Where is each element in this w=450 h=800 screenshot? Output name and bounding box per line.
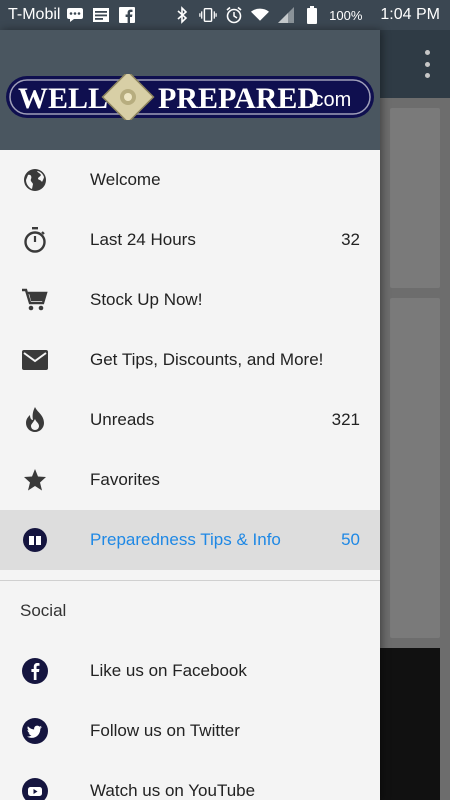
menu-item-label: Stock Up Now!: [90, 290, 203, 309]
book-icon: [22, 527, 48, 553]
cart-icon: [22, 287, 48, 313]
menu-item-count: 321: [331, 410, 360, 429]
menu-item-label: Favorites: [90, 470, 160, 489]
menu-item-count: 32: [341, 230, 360, 249]
social-section-header: Social: [20, 601, 67, 620]
star-icon: [22, 467, 48, 493]
overflow-menu-icon[interactable]: [424, 50, 430, 78]
menu-item-label: Watch us on YouTube: [90, 781, 256, 800]
chat-notification-icon: [66, 6, 84, 24]
menu-item-stock-up-now[interactable]: Stock Up Now!: [0, 270, 380, 330]
twitter-icon: [22, 718, 48, 744]
menu-item-favorites[interactable]: Favorites: [0, 450, 380, 510]
carrier-name: T-Mobil: [8, 6, 61, 23]
vibrate-icon: [199, 6, 217, 24]
menu-item-twitter[interactable]: Follow us on Twitter: [0, 701, 380, 761]
battery-icon: [303, 6, 321, 24]
menu-item-youtube[interactable]: Watch us on YouTube: [0, 761, 380, 800]
menu-item-label: Welcome: [90, 170, 161, 189]
clock: 1:04 PM: [380, 6, 440, 23]
menu-item-last-24-hours[interactable]: Last 24 Hours 32: [0, 210, 380, 270]
flame-icon: [22, 407, 48, 433]
menu-item-label: Follow us on Twitter: [90, 721, 240, 740]
navigation-drawer: WELL PREPARED .com Welcome Last 24 Hours…: [0, 30, 380, 800]
facebook-icon: [22, 658, 48, 684]
background-card: [390, 298, 440, 638]
social-menu: Like us on Facebook Follow us on Twitter…: [0, 641, 380, 800]
menu-item-facebook[interactable]: Like us on Facebook: [0, 641, 380, 701]
battery-percent: 100%: [329, 7, 363, 23]
menu-item-unreads[interactable]: Unreads 321: [0, 390, 380, 450]
menu-item-preparedness-tips[interactable]: Preparedness Tips & Info 50: [0, 510, 380, 570]
status-bar: T-Mobil 100% 1:04 PM: [0, 0, 450, 30]
facebook-notification-icon: [118, 6, 136, 24]
wellprepared-logo: WELL PREPARED .com: [6, 74, 374, 120]
drawer-menu: Welcome Last 24 Hours 32 Stock Up Now! G…: [0, 150, 380, 570]
youtube-icon: [22, 778, 48, 800]
menu-item-label: Like us on Facebook: [90, 661, 247, 680]
mail-icon: [22, 347, 48, 373]
signal-icon: [277, 6, 295, 24]
logo-suffix: .com: [308, 89, 351, 111]
menu-item-label: Last 24 Hours: [90, 230, 196, 249]
logo-text-left: WELL: [18, 82, 108, 115]
globe-icon: [22, 167, 48, 193]
bluetooth-icon: [173, 6, 191, 24]
menu-item-label: Unreads: [90, 410, 155, 429]
menu-item-label: Preparedness Tips & Info: [90, 530, 281, 549]
drawer-header: WELL PREPARED .com: [0, 30, 380, 150]
menu-item-welcome[interactable]: Welcome: [0, 150, 380, 210]
menu-item-get-tips[interactable]: Get Tips, Discounts, and More!: [0, 330, 380, 390]
logo-text-right: PREPARED: [158, 82, 319, 115]
background-card: [390, 108, 440, 288]
wifi-icon: [251, 6, 270, 24]
background-image: [380, 648, 440, 800]
alarm-icon: [225, 6, 243, 24]
news-notification-icon: [92, 6, 110, 24]
menu-item-count: 50: [341, 530, 360, 549]
stopwatch-icon: [22, 227, 48, 253]
menu-item-label: Get Tips, Discounts, and More!: [90, 350, 324, 369]
